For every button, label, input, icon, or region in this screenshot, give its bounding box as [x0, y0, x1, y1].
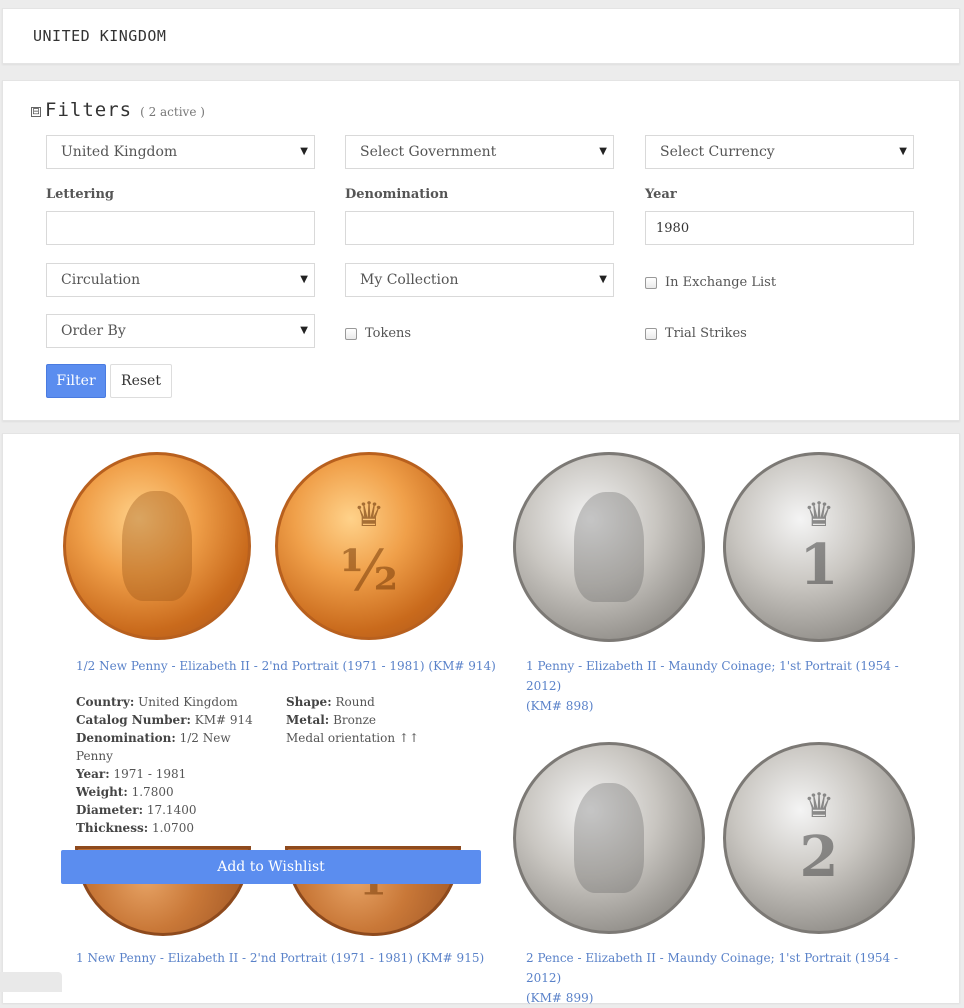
results-panel: ♛ ½ 1/2 New Penny - Elizabeth II - 2'nd … [2, 433, 960, 1005]
portrait-icon [574, 783, 644, 893]
crown-icon: ♛ [353, 495, 385, 536]
detail-metal: Metal: Bronze [286, 713, 376, 727]
order-by-select-value: Order By [61, 323, 126, 339]
government-select-value: Select Government [360, 144, 497, 160]
filter-button[interactable]: Filter [46, 364, 106, 398]
coin-title-line-cont[interactable]: (KM# 899) [526, 988, 926, 1008]
add-to-wishlist-button[interactable]: Add to Wishlist [61, 850, 481, 884]
checkbox-icon[interactable] [345, 327, 357, 340]
denomination-input[interactable] [345, 211, 614, 245]
reset-button[interactable]: Reset [110, 364, 172, 398]
filters-active-count: ( 2 active ) [140, 105, 205, 119]
portrait-icon [122, 491, 192, 601]
year-label: Year [645, 187, 677, 202]
coin-obverse-image[interactable] [63, 452, 251, 640]
country-select-value: United Kingdom [61, 144, 178, 160]
denomination-label: Denomination [345, 187, 449, 202]
filters-title: Filters [45, 99, 133, 121]
detail-weight: Weight: 1.7800 [76, 785, 174, 799]
lettering-input[interactable] [46, 211, 315, 245]
detail-shape: Shape: Round [286, 695, 375, 709]
detail-year: Year: 1971 - 1981 [76, 767, 187, 781]
coin-title-link[interactable]: 1 New Penny - Elizabeth II - 2'nd Portra… [76, 948, 484, 968]
trial-strikes-label: Trial Strikes [665, 326, 747, 341]
year-input[interactable]: 1980 [645, 211, 914, 245]
coin-reverse-denomination: ½ [339, 538, 399, 605]
coin-obverse-image[interactable] [513, 742, 705, 934]
circulation-select-value: Circulation [61, 272, 141, 288]
chevron-down-icon: ▼ [300, 325, 308, 336]
trial-strikes-checkbox[interactable]: Trial Strikes [645, 326, 747, 341]
coin-reverse-denomination: 2 [799, 823, 839, 890]
filter-panel: ⊟ Filters ( 2 active ) United Kingdom ▼ … [2, 80, 960, 421]
currency-select-value: Select Currency [660, 144, 775, 160]
chevron-down-icon: ▼ [300, 274, 308, 285]
tokens-label: Tokens [365, 326, 412, 341]
circulation-select[interactable]: Circulation ▼ [46, 263, 315, 297]
coin-title-link[interactable]: 2 Pence - Elizabeth II - Maundy Coinage;… [526, 948, 926, 1008]
exchange-list-checkbox[interactable]: In Exchange List [645, 275, 776, 290]
chevron-down-icon: ▼ [899, 146, 907, 157]
detail-denomination: Denomination: 1/2 New [76, 731, 231, 745]
chevron-down-icon: ▼ [599, 274, 607, 285]
coin-reverse-image[interactable]: ♛ ½ [275, 452, 463, 640]
detail-denomination-cont: Penny [76, 749, 113, 763]
coin-reverse-image[interactable]: ♛ 2 [723, 742, 915, 934]
coin-title-link[interactable]: 1/2 New Penny - Elizabeth II - 2'nd Port… [76, 656, 496, 676]
order-by-select[interactable]: Order By ▼ [46, 314, 315, 348]
chevron-down-icon: ▼ [300, 146, 308, 157]
detail-thickness: Thickness: 1.0700 [76, 821, 194, 835]
filters-heading[interactable]: ⊟ Filters ( 2 active ) [31, 99, 205, 121]
country-select[interactable]: United Kingdom ▼ [46, 135, 315, 169]
detail-catalog: Catalog Number: KM# 914 [76, 713, 253, 727]
coin-reverse-image[interactable]: ♛ 1 [723, 452, 915, 642]
tokens-checkbox[interactable]: Tokens [345, 326, 411, 341]
detail-orientation: Medal orientation ↑↑ [286, 731, 420, 745]
collapse-icon[interactable]: ⊟ [31, 107, 41, 117]
currency-select[interactable]: Select Currency ▼ [645, 135, 914, 169]
collection-select[interactable]: My Collection ▼ [345, 263, 614, 297]
chevron-down-icon: ▼ [599, 146, 607, 157]
coin-title-line-cont[interactable]: (KM# 898) [526, 696, 926, 716]
crown-icon: ♛ [803, 785, 835, 826]
checkbox-icon[interactable] [645, 276, 657, 289]
corner-tab[interactable] [0, 972, 62, 992]
coin-obverse-image[interactable] [513, 452, 705, 642]
header-panel: UNITED KINGDOM [2, 8, 960, 64]
coin-title-line[interactable]: 1 Penny - Elizabeth II - Maundy Coinage;… [526, 656, 926, 696]
detail-country: Country: United Kingdom [76, 695, 238, 709]
crown-icon: ♛ [803, 495, 835, 536]
collection-select-value: My Collection [360, 272, 459, 288]
page-title: UNITED KINGDOM [33, 27, 167, 45]
coin-details-left: Country: United Kingdom Catalog Number: … [76, 693, 266, 837]
coin-reverse-denomination: 1 [799, 532, 839, 599]
checkbox-icon[interactable] [645, 327, 657, 340]
government-select[interactable]: Select Government ▼ [345, 135, 614, 169]
exchange-list-label: In Exchange List [665, 275, 777, 290]
coin-title-line[interactable]: 2 Pence - Elizabeth II - Maundy Coinage;… [526, 948, 926, 988]
lettering-label: Lettering [46, 187, 115, 202]
detail-diameter: Diameter: 17.1400 [76, 803, 197, 817]
portrait-icon [574, 492, 644, 602]
coin-details-right: Shape: Round Metal: Bronze Medal orienta… [286, 693, 476, 747]
coin-title-link[interactable]: 1 Penny - Elizabeth II - Maundy Coinage;… [526, 656, 926, 716]
